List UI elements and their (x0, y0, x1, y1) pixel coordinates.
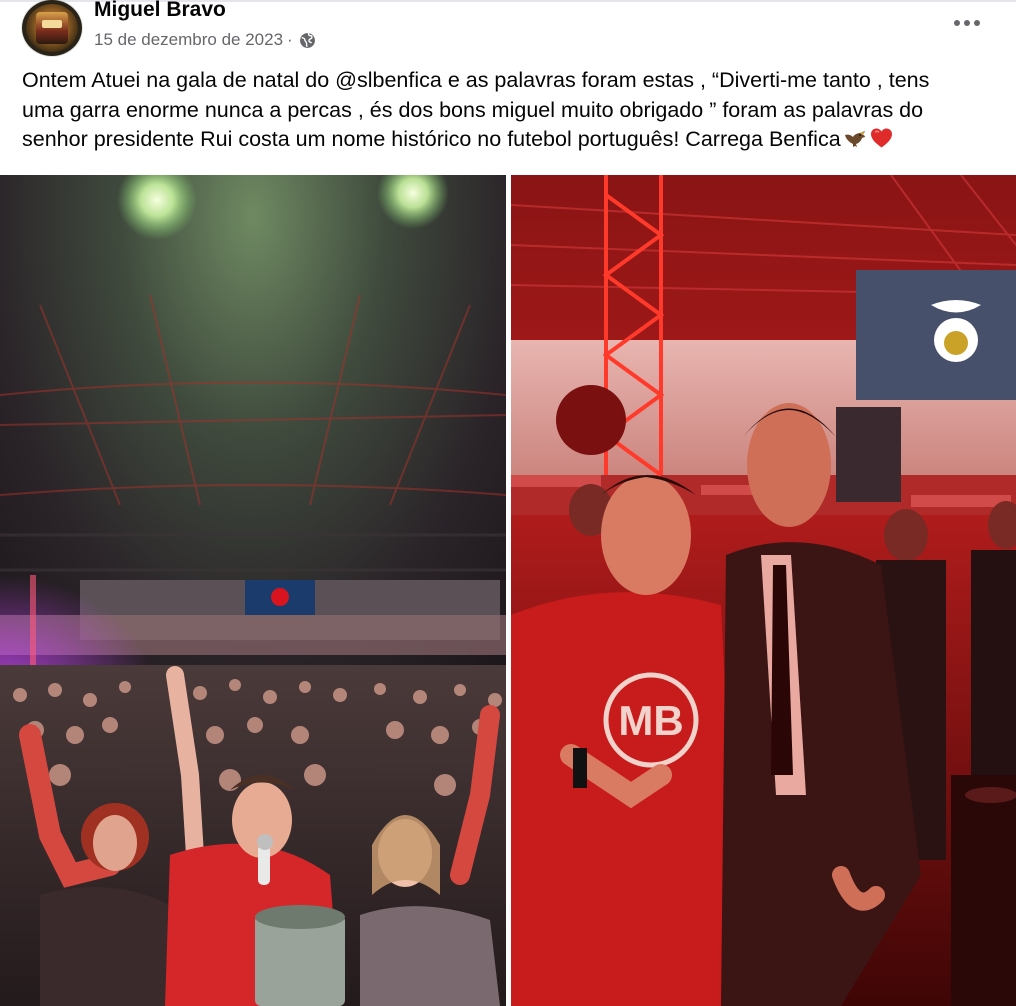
post-text: Ontem Atuei na gala de natal do @slbenfi… (22, 66, 994, 155)
avatar[interactable] (22, 0, 82, 56)
red-heart-emoji (870, 128, 892, 148)
author-name[interactable]: Miguel Bravo (94, 0, 226, 22)
stage-selfie-image (0, 175, 506, 1006)
avatar-artwork (36, 12, 68, 44)
globe-icon[interactable] (299, 32, 316, 49)
posed-photo[interactable]: MB (511, 175, 1016, 1006)
avatar-logo-mark (42, 20, 62, 28)
post-text-line: Ontem Atuei na gala de natal do @slbenfi… (22, 68, 930, 92)
post-meta: 15 de dezembro de 2023 · (94, 30, 316, 50)
stage-selfie-photo[interactable] (0, 175, 506, 1006)
shirt-logo: MB (618, 697, 683, 744)
post-text-line: senhor presidente Rui costa um nome hist… (22, 125, 994, 155)
eagle-emoji (844, 131, 865, 147)
post-text-line-content: senhor presidente Rui costa um nome hist… (22, 127, 841, 151)
facebook-post: Miguel Bravo 15 de dezembro de 2023 · On… (0, 0, 1016, 1006)
more-options-icon (954, 20, 980, 26)
more-options-button[interactable] (948, 4, 986, 42)
meta-separator: · (287, 30, 293, 49)
post-date[interactable]: 15 de dezembro de 2023 (94, 30, 283, 50)
posed-image: MB (511, 175, 1016, 1006)
post-text-line: uma garra enorme nunca a percas , és dos… (22, 97, 924, 122)
